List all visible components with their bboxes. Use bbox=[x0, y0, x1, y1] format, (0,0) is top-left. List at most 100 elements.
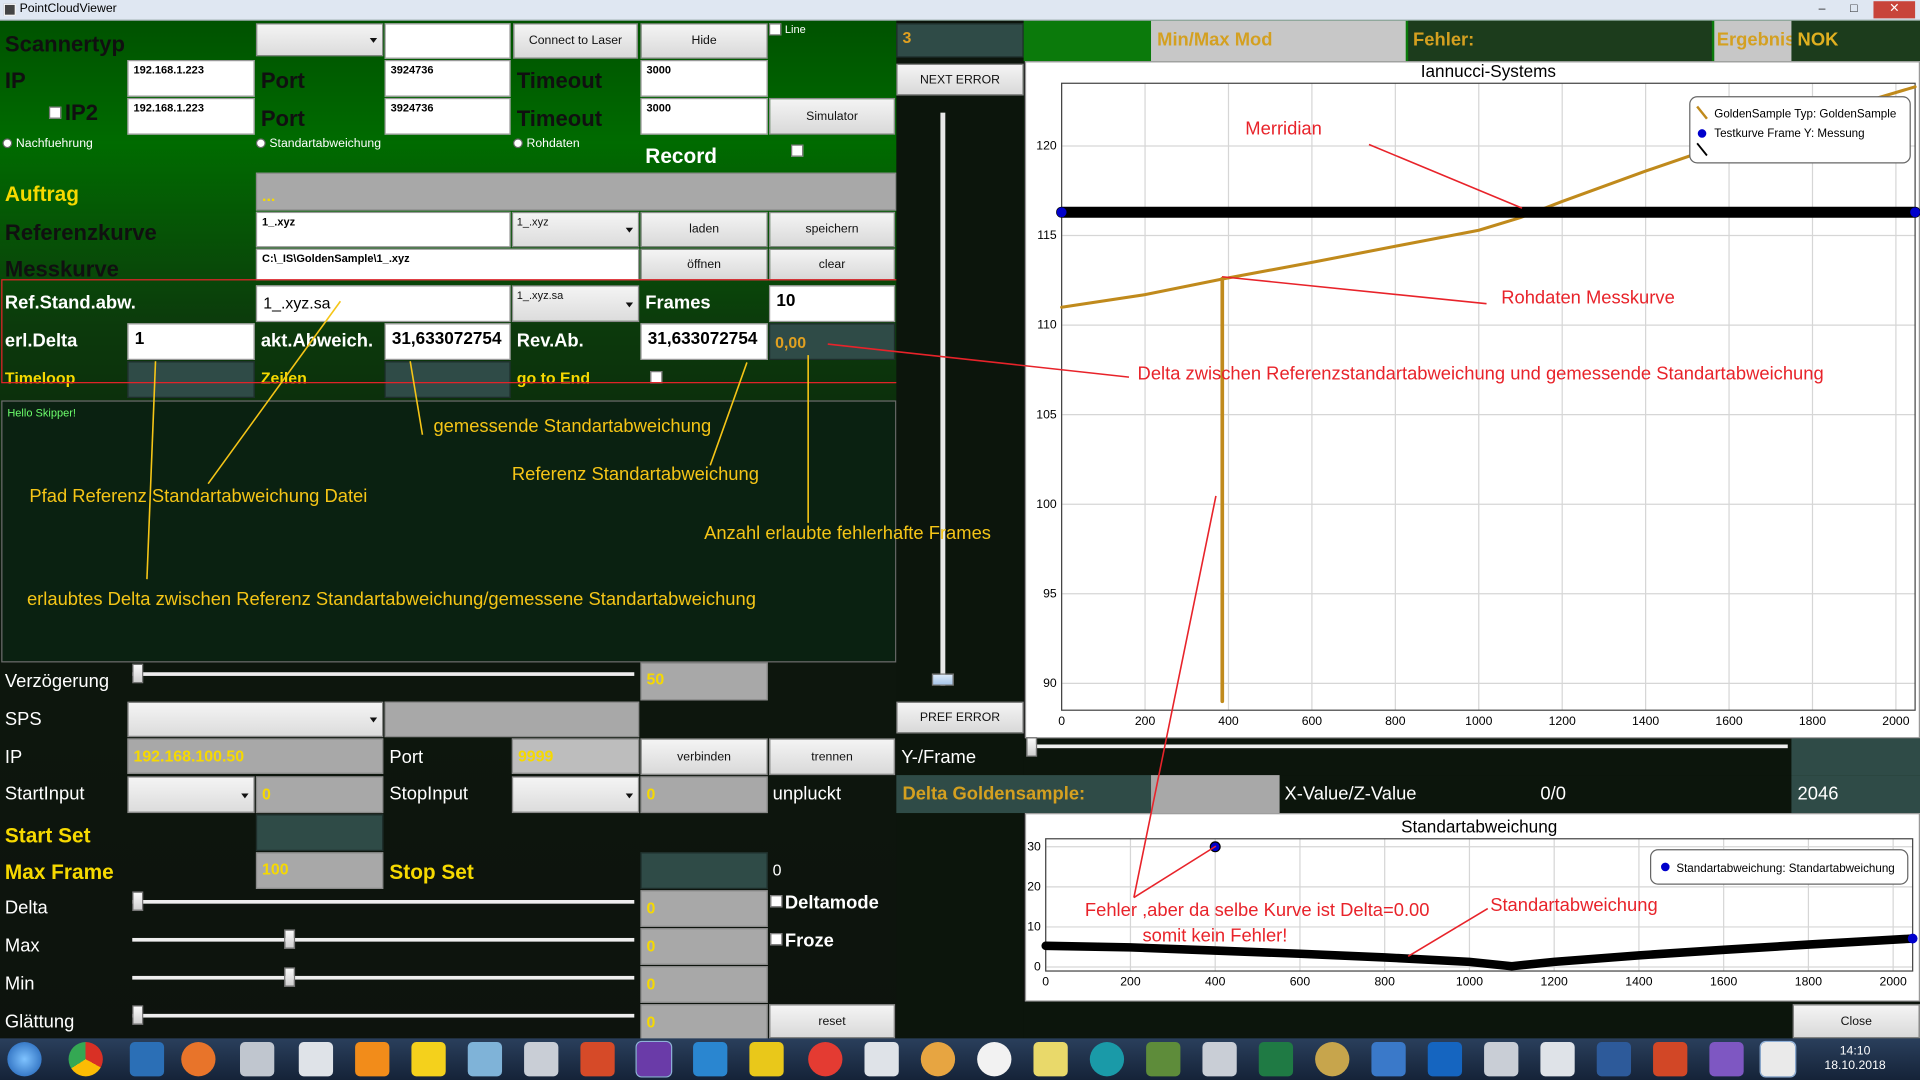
vlc-icon[interactable] bbox=[355, 1042, 390, 1077]
verzoegerung-slider[interactable] bbox=[132, 672, 635, 676]
port2-input[interactable]: 3924736 bbox=[384, 97, 511, 135]
startset-field[interactable] bbox=[255, 814, 384, 852]
stopset-value: 0 bbox=[772, 860, 782, 880]
connect-laser-button[interactable]: Connect to Laser bbox=[513, 23, 638, 59]
line-checkbox[interactable] bbox=[768, 23, 782, 36]
close-window-button[interactable]: ✕ bbox=[1873, 1, 1916, 19]
ip-input[interactable]: 192.168.1.223 bbox=[127, 60, 255, 97]
window-icon[interactable] bbox=[240, 1042, 275, 1077]
annot-pfad: Pfad Referenz Standartabweichung Datei bbox=[29, 486, 368, 507]
min-slider-thumb[interactable] bbox=[284, 967, 296, 987]
startinput-label: StartInput bbox=[4, 783, 85, 805]
clear-button[interactable]: clear bbox=[768, 248, 896, 281]
excel-icon[interactable] bbox=[1258, 1042, 1294, 1077]
yframe-slider-thumb[interactable] bbox=[1026, 737, 1038, 757]
data-marker bbox=[1209, 841, 1221, 853]
app-icon-2[interactable] bbox=[1371, 1042, 1406, 1077]
froze-checkbox[interactable] bbox=[770, 933, 783, 946]
stopset-field[interactable] bbox=[640, 852, 768, 889]
auftrag-field[interactable]: ... bbox=[255, 172, 897, 211]
glaettung-slider-thumb[interactable] bbox=[132, 1005, 144, 1025]
building-icon[interactable] bbox=[298, 1042, 334, 1077]
ip2-checkbox[interactable] bbox=[48, 106, 62, 119]
radio-rohdaten[interactable]: Rohdaten bbox=[513, 137, 580, 151]
outlook-icon[interactable] bbox=[1427, 1042, 1463, 1077]
chrome-icon[interactable] bbox=[68, 1042, 103, 1077]
firefox-icon[interactable] bbox=[181, 1042, 216, 1077]
ball-icon[interactable] bbox=[1315, 1042, 1350, 1077]
referenzkurve-combo[interactable]: 1_.xyz bbox=[511, 211, 640, 248]
cube-icon[interactable] bbox=[1540, 1042, 1575, 1077]
cpp-icon[interactable] bbox=[1202, 1042, 1237, 1077]
yframe-slider[interactable] bbox=[1031, 744, 1788, 749]
port-input[interactable]: 3924736 bbox=[384, 60, 511, 97]
kodi-icon[interactable] bbox=[129, 1042, 165, 1077]
timeout2-input[interactable]: 3000 bbox=[640, 97, 768, 135]
powerpoint-icon[interactable] bbox=[1653, 1042, 1688, 1077]
radio-standardabweichung[interactable]: Standartabweichung bbox=[255, 137, 381, 151]
pen-icon[interactable] bbox=[1596, 1042, 1632, 1077]
sps-ip-input[interactable]: 192.168.100.50 bbox=[127, 738, 384, 774]
sps-port-input[interactable]: 9999 bbox=[511, 738, 640, 774]
pref-error-button[interactable]: PREF ERROR bbox=[896, 701, 1024, 734]
ip2-input[interactable]: 192.168.1.223 bbox=[127, 97, 255, 135]
sps-combo[interactable] bbox=[127, 701, 384, 738]
radio-nachfuehrung[interactable]: Nachfuehrung bbox=[2, 137, 93, 151]
visual-studio-icon-2[interactable] bbox=[1709, 1042, 1744, 1077]
paint-icon[interactable] bbox=[920, 1042, 956, 1077]
startinput-combo[interactable] bbox=[127, 776, 255, 814]
sps-field[interactable] bbox=[384, 701, 640, 738]
start-icon[interactable] bbox=[7, 1042, 42, 1077]
record-checkbox[interactable] bbox=[791, 144, 804, 157]
visual-studio-icon[interactable] bbox=[635, 1040, 673, 1078]
verbinden-button[interactable]: verbinden bbox=[640, 738, 768, 776]
min-value: 0 bbox=[640, 966, 768, 1003]
laden-button[interactable]: laden bbox=[640, 211, 768, 248]
simulator-button[interactable]: Simulator bbox=[768, 97, 896, 135]
next-error-button[interactable]: NEXT ERROR bbox=[896, 63, 1024, 96]
delta-slider[interactable] bbox=[132, 900, 635, 904]
calculator-icon[interactable] bbox=[1033, 1042, 1068, 1077]
hide-button[interactable]: Hide bbox=[640, 23, 768, 59]
target-icon[interactable] bbox=[808, 1042, 843, 1077]
tool-icon[interactable] bbox=[411, 1042, 446, 1077]
circuit-icon[interactable] bbox=[1146, 1042, 1181, 1077]
title-bar: PointCloudViewer – □ ✕ bbox=[0, 0, 1920, 21]
minimize-button[interactable]: – bbox=[1807, 1, 1836, 18]
filezilla-icon[interactable] bbox=[580, 1042, 615, 1077]
messkurve-input[interactable]: C:\_IS\GoldenSample\1_.xyz bbox=[255, 248, 640, 281]
vertical-slider-thumb[interactable] bbox=[931, 673, 954, 686]
min-slider[interactable] bbox=[132, 975, 635, 980]
glaettung-slider[interactable] bbox=[132, 1013, 635, 1018]
cpp-icon-2[interactable] bbox=[1484, 1042, 1519, 1077]
speichern-button[interactable]: speichern bbox=[768, 211, 896, 248]
puzzle-icon[interactable] bbox=[749, 1042, 784, 1077]
max-slider-thumb[interactable] bbox=[284, 929, 296, 949]
vertical-slider[interactable] bbox=[940, 112, 946, 686]
max-slider[interactable] bbox=[132, 937, 635, 942]
chart-app-icon[interactable] bbox=[467, 1042, 503, 1077]
trennen-button[interactable]: trennen bbox=[768, 738, 896, 776]
maximize-button[interactable]: □ bbox=[1839, 1, 1868, 18]
x-tick-label: 1800 bbox=[1799, 714, 1826, 728]
network-icon[interactable] bbox=[693, 1042, 728, 1077]
scannertyp-combo[interactable] bbox=[255, 23, 384, 57]
document-icon[interactable] bbox=[864, 1042, 899, 1077]
close-button[interactable]: Close bbox=[1792, 1004, 1920, 1039]
delta-gs-label: Delta Goldensample: bbox=[902, 783, 1086, 805]
referenzkurve-input[interactable]: 1_.xyz bbox=[255, 211, 511, 248]
delta-slider-thumb[interactable] bbox=[132, 891, 144, 912]
verzoegerung-slider-thumb[interactable] bbox=[132, 663, 144, 684]
scannertyp-field[interactable] bbox=[384, 23, 511, 59]
maxframe-value[interactable]: 100 bbox=[255, 852, 384, 889]
oeffnen-button[interactable]: öffnen bbox=[640, 248, 768, 281]
x-tick-label: 1000 bbox=[1456, 975, 1483, 989]
pokeball-icon[interactable] bbox=[977, 1042, 1012, 1077]
stopinput-combo[interactable] bbox=[511, 776, 640, 814]
arduino-icon[interactable] bbox=[1089, 1042, 1125, 1077]
timeout-input[interactable]: 3000 bbox=[640, 60, 768, 97]
deltamode-checkbox[interactable] bbox=[770, 895, 783, 908]
reset-button[interactable]: reset bbox=[768, 1004, 896, 1039]
database-icon[interactable] bbox=[524, 1042, 559, 1077]
pointcloud-icon[interactable] bbox=[1759, 1040, 1797, 1078]
